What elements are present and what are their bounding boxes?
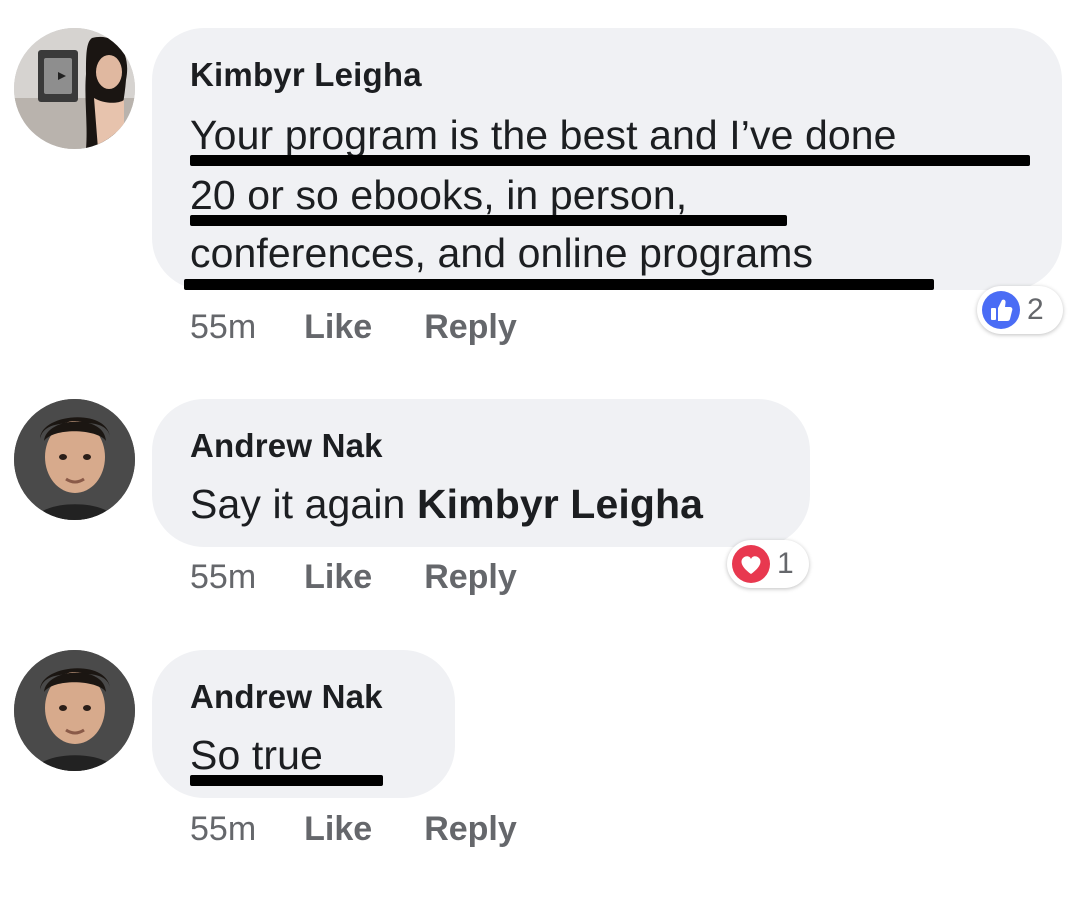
- comment-text-line-3: conferences, and online programs: [190, 230, 814, 276]
- like-button[interactable]: Like: [304, 810, 372, 849]
- like-button[interactable]: Like: [304, 558, 372, 597]
- comment-text-line-2: 20 or so ebooks, in person,: [190, 172, 688, 218]
- comment-actions: 55m Like Reply: [190, 810, 569, 849]
- reaction-badge[interactable]: 1: [727, 540, 809, 588]
- reaction-count: 2: [1027, 293, 1044, 326]
- comment-timestamp[interactable]: 55m: [190, 558, 256, 597]
- comment-actions: 55m Like Reply: [190, 308, 569, 347]
- underline-mark: [190, 155, 1030, 166]
- comment-timestamp[interactable]: 55m: [190, 308, 256, 347]
- comment-actions: 55m Like Reply: [190, 558, 569, 597]
- reaction-count: 1: [777, 547, 794, 580]
- comment-bubble: Andrew Nak Say it again Kimbyr Leigha: [152, 399, 810, 547]
- underline-mark: [184, 279, 934, 290]
- comment-text: So true: [190, 732, 323, 778]
- avatar-photo-andrew: [14, 399, 135, 520]
- thumbs-up-icon: [982, 291, 1020, 329]
- comment-timestamp[interactable]: 55m: [190, 810, 256, 849]
- comment-author[interactable]: Andrew Nak: [190, 427, 383, 465]
- avatar[interactable]: [14, 28, 135, 149]
- reply-button[interactable]: Reply: [424, 558, 517, 597]
- comment-text-line-1: Your program is the best and I’ve done: [190, 112, 897, 158]
- reply-button[interactable]: Reply: [424, 810, 517, 849]
- underline-mark: [190, 775, 383, 786]
- mention-link[interactable]: Kimbyr Leigha: [417, 481, 703, 527]
- reaction-badge[interactable]: 2: [977, 286, 1063, 334]
- reply-button[interactable]: Reply: [424, 308, 517, 347]
- avatar[interactable]: [14, 399, 135, 520]
- comment-author[interactable]: Andrew Nak: [190, 678, 383, 716]
- comment-text: Say it again Kimbyr Leigha: [190, 481, 703, 528]
- like-button[interactable]: Like: [304, 308, 372, 347]
- heart-icon: [732, 545, 770, 583]
- underline-mark: [190, 215, 787, 226]
- comment-author[interactable]: Kimbyr Leigha: [190, 56, 422, 94]
- comment-text-body: Say it again: [190, 481, 417, 527]
- avatar-photo-kimbyr: [14, 28, 135, 149]
- avatar[interactable]: [14, 650, 135, 771]
- avatar-photo-andrew: [14, 650, 135, 771]
